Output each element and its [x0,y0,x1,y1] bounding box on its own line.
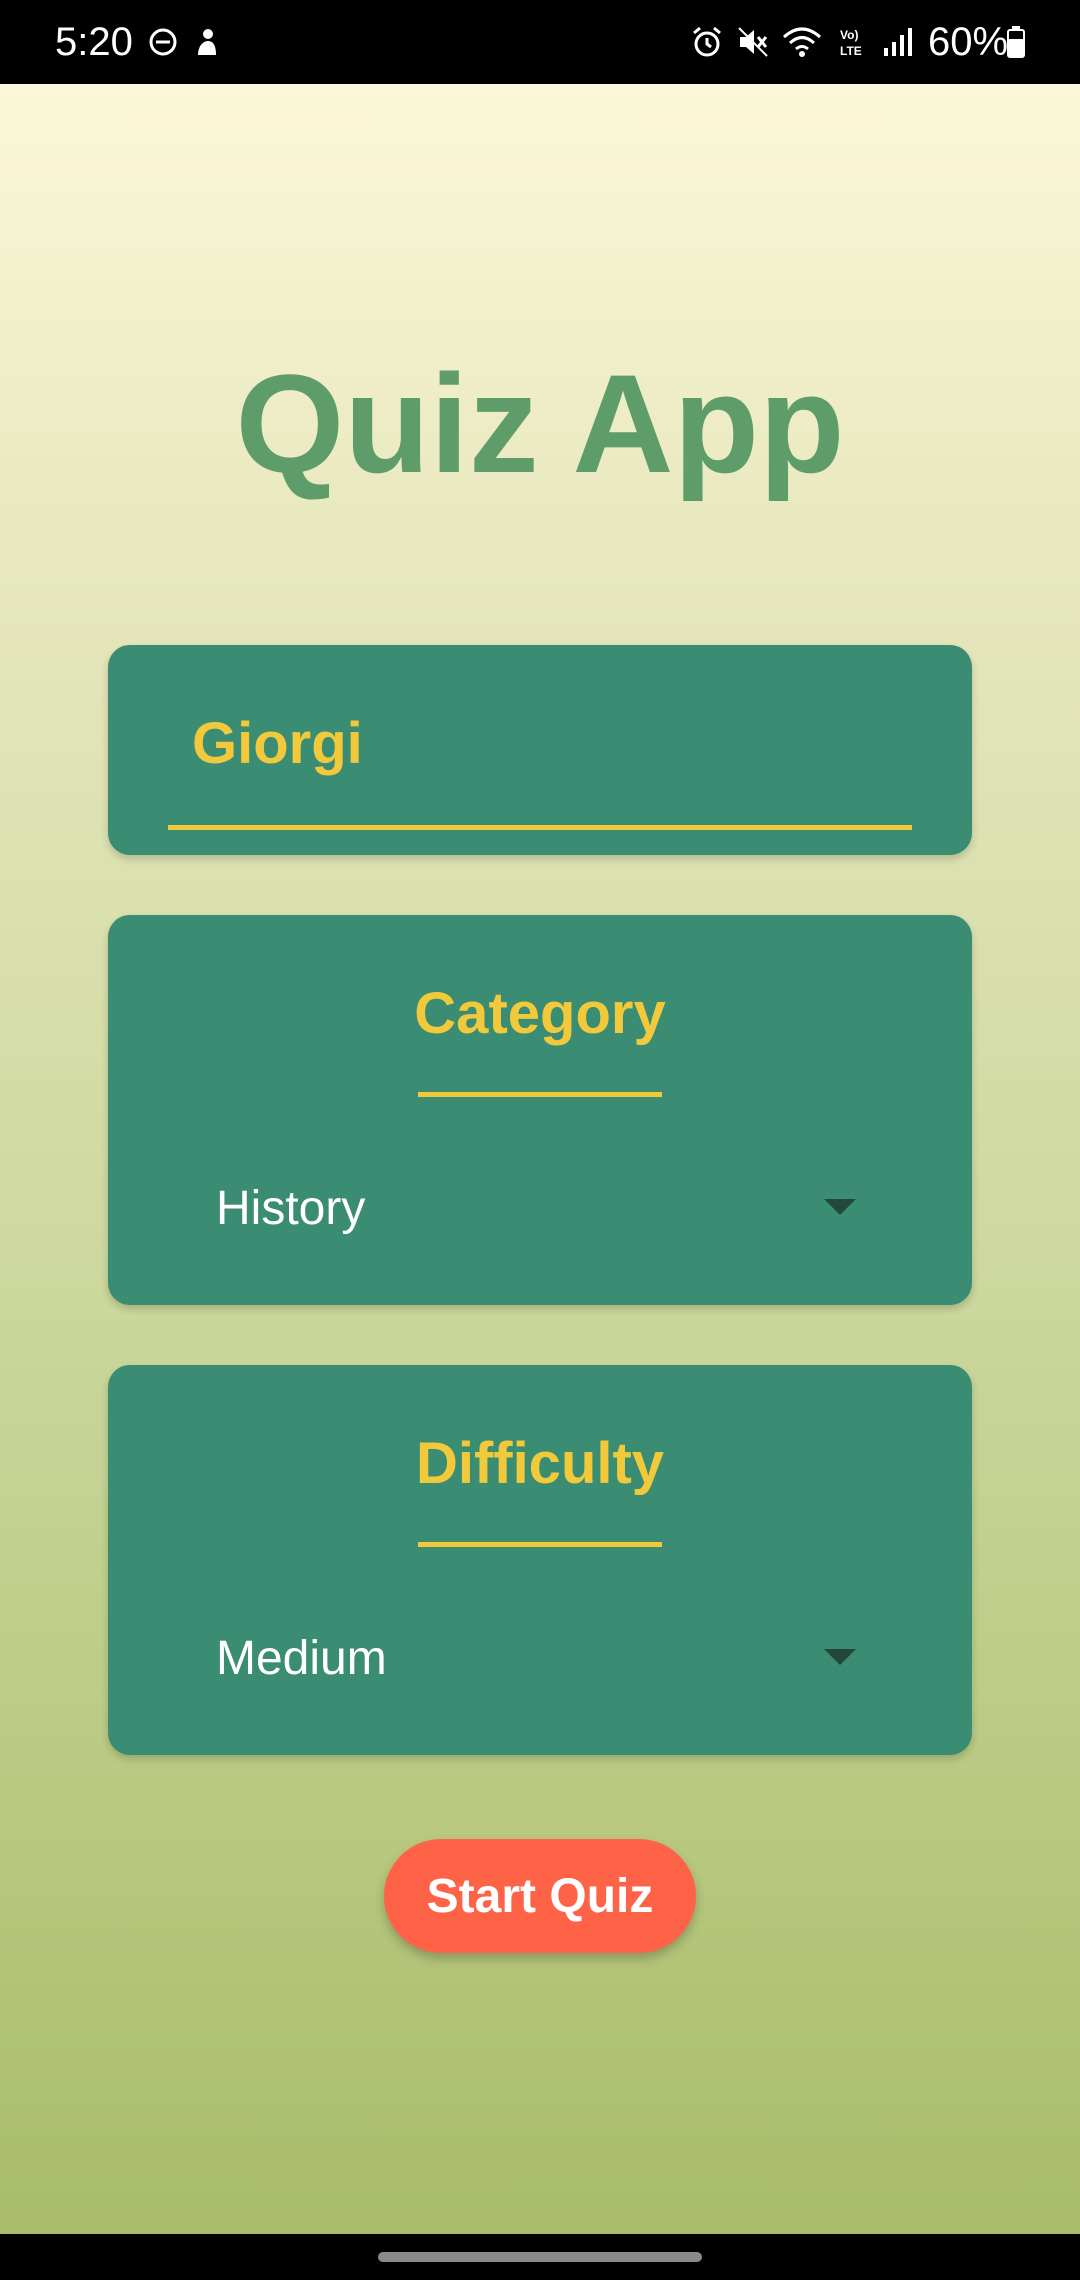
alarm-icon [688,20,726,64]
name-input-underline [168,825,912,830]
difficulty-dropdown[interactable]: Medium [216,1635,387,1683]
category-dropdown-arrow-icon[interactable] [824,1199,856,1215]
name-card: Giorgi [108,645,972,855]
quiz-setup-screen: Quiz App Giorgi Category History Difficu… [0,84,1080,2234]
navigation-bar [0,2234,1080,2280]
difficulty-dropdown-arrow-icon[interactable] [824,1649,856,1665]
volte-icon: Vo) LTE [836,20,872,64]
difficulty-card: Difficulty Medium [108,1365,972,1755]
difficulty-label: Difficulty [415,1431,665,1496]
mute-icon [734,20,772,64]
svg-text:LTE: LTE [840,44,862,58]
do-not-disturb-icon [146,20,180,64]
svg-text:Vo): Vo) [840,28,858,42]
app-title: Quiz App [235,345,845,502]
status-time: 5:20 [55,20,133,64]
home-gesture-handle[interactable] [378,2252,702,2262]
category-label-underline [418,1092,662,1097]
notification-icon [192,20,222,64]
battery-icon [1004,20,1028,64]
category-label: Category [414,981,666,1046]
category-card: Category History [108,915,972,1305]
start-quiz-button[interactable]: Start Quiz [384,1839,696,1953]
difficulty-label-underline [418,1542,662,1547]
wifi-icon [780,20,824,64]
battery-percentage: 60% [928,20,1009,64]
category-dropdown[interactable]: History [216,1185,365,1233]
status-bar: 5:20 Vo) LTE 60% [0,0,1080,84]
name-input[interactable]: Giorgi [192,715,363,773]
signal-icon [880,20,916,64]
